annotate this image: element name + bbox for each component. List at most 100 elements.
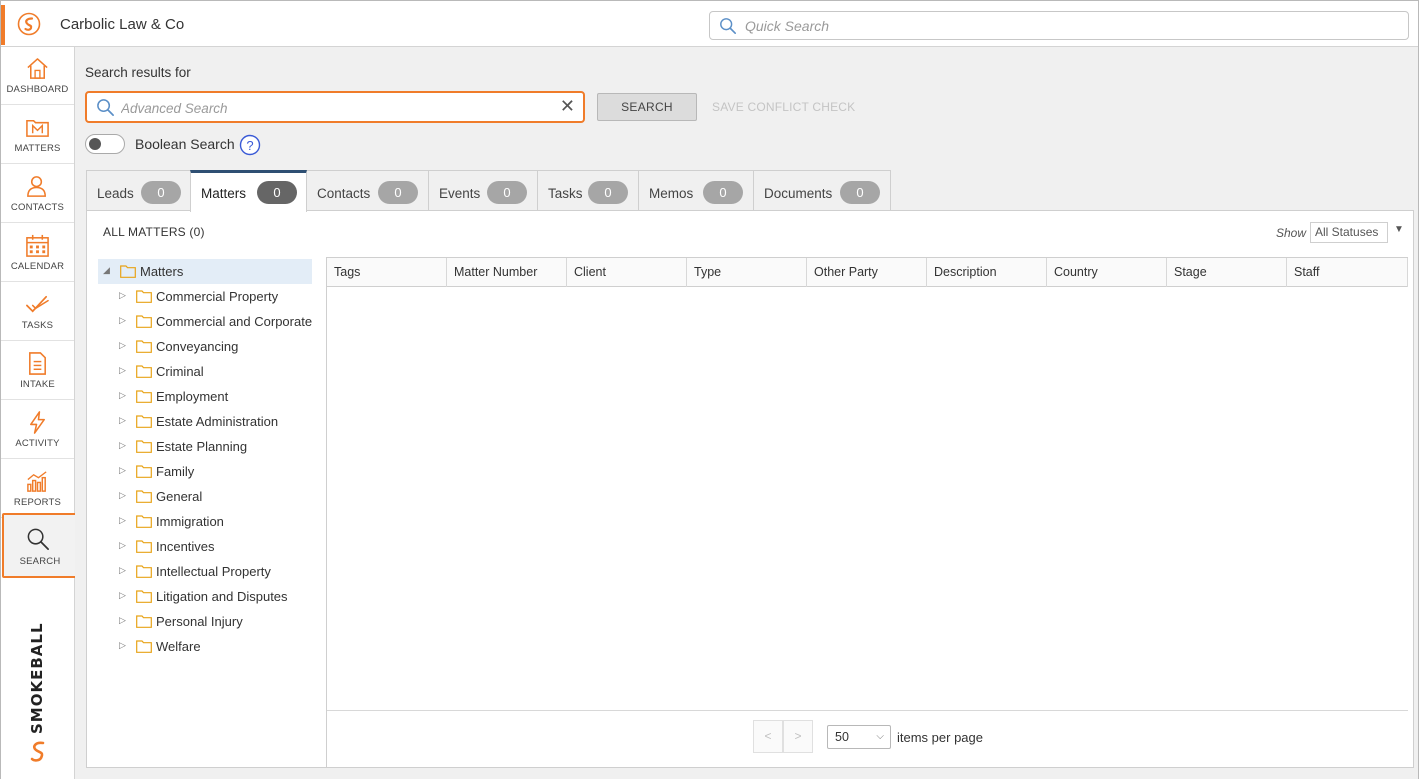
main-panel: Search results for ✕ SEARCH SAVE CONFLIC… xyxy=(75,47,1418,779)
nav-calendar[interactable]: CALENDAR xyxy=(1,224,74,282)
tab-contacts[interactable]: Contacts 0 xyxy=(306,170,429,211)
count-badge: 0 xyxy=(257,181,297,204)
tree-expand-icon[interactable]: ▷ xyxy=(119,615,126,626)
nav-contacts[interactable]: CONTACTS xyxy=(1,165,74,223)
nav-label: CALENDAR xyxy=(10,261,65,272)
advanced-search-input[interactable] xyxy=(121,99,551,117)
nav-matters[interactable]: MATTERS xyxy=(1,106,74,164)
tree-expand-icon[interactable]: ▷ xyxy=(119,540,126,551)
advanced-search-box[interactable]: ✕ xyxy=(85,91,585,123)
column-header-stage[interactable]: Stage xyxy=(1167,258,1287,287)
column-header-description[interactable]: Description xyxy=(927,258,1047,287)
tree-item[interactable]: ▷ Immigration xyxy=(98,509,312,534)
tree-expand-icon[interactable]: ▷ xyxy=(119,315,126,326)
tree-item[interactable]: ▷ Conveyancing xyxy=(98,334,312,359)
boolean-search-toggle[interactable] xyxy=(85,134,125,154)
tab-events[interactable]: Events 0 xyxy=(428,170,538,211)
clear-icon[interactable]: ✕ xyxy=(560,96,575,117)
tab-matters[interactable]: Matters 0 xyxy=(190,170,307,212)
tree-expand-icon[interactable]: ▷ xyxy=(119,390,126,401)
brand-wordmark: SMOKEBALL xyxy=(25,622,49,737)
tree-expand-icon[interactable]: ▷ xyxy=(119,290,126,301)
search-icon xyxy=(97,99,114,116)
chevron-down-icon[interactable]: ▼ xyxy=(1394,224,1404,235)
tab-memos[interactable]: Memos 0 xyxy=(638,170,754,211)
save-conflict-check-button[interactable]: SAVE CONFLICT CHECK xyxy=(712,100,855,114)
tree-expand-icon[interactable]: ▷ xyxy=(119,415,126,426)
tree-item[interactable]: ▷ Welfare xyxy=(98,634,312,659)
side-navigation: DASHBOARD MATTERS CONTACTS CALENDAR TASK… xyxy=(1,47,78,779)
tree-expand-icon[interactable]: ▷ xyxy=(119,340,126,351)
tree-label: Commercial and Corporate xyxy=(156,314,313,329)
nav-label: TASKS xyxy=(21,320,54,331)
firm-name: Carbolic Law & Co xyxy=(60,16,185,33)
previous-page-button[interactable]: < xyxy=(753,720,783,753)
count-badge: 0 xyxy=(378,181,418,204)
items-per-page-value: 50 xyxy=(835,730,849,744)
tree-item[interactable]: ▷ Litigation and Disputes xyxy=(98,584,312,609)
status-filter-select[interactable]: All Statuses xyxy=(1310,222,1388,243)
tree-item[interactable]: ▷ Intellectual Property xyxy=(98,559,312,584)
folder-icon xyxy=(136,415,152,428)
tab-tasks[interactable]: Tasks 0 xyxy=(537,170,639,211)
nav-label: SEARCH xyxy=(19,556,61,567)
tree-expand-icon[interactable]: ▷ xyxy=(119,590,126,601)
quick-search-input[interactable] xyxy=(745,16,1385,36)
quick-search-box[interactable] xyxy=(709,11,1409,40)
tree-expand-icon[interactable]: ▷ xyxy=(119,640,126,651)
nav-activity[interactable]: ACTIVITY xyxy=(1,401,74,459)
search-button[interactable]: SEARCH xyxy=(597,93,697,121)
tree-item[interactable]: ▷ Commercial Property xyxy=(98,284,312,309)
column-header-tags[interactable]: Tags xyxy=(327,258,447,287)
tree-expand-icon[interactable]: ▷ xyxy=(119,490,126,501)
tree-item[interactable]: ▷ Estate Administration xyxy=(98,409,312,434)
tab-label: Documents xyxy=(764,186,833,201)
contacts-icon xyxy=(27,176,46,197)
items-per-page-select[interactable]: 50 ⌵ xyxy=(827,725,891,749)
nav-label: REPORTS xyxy=(13,497,62,508)
folder-icon xyxy=(120,265,136,278)
tree-item[interactable]: ▷ Estate Planning xyxy=(98,434,312,459)
column-header-client[interactable]: Client xyxy=(567,258,687,287)
nav-search[interactable]: SEARCH xyxy=(2,513,78,578)
tree-collapse-icon[interactable]: ◢ xyxy=(103,265,110,276)
tree-expand-icon[interactable]: ▷ xyxy=(119,365,126,376)
tree-item[interactable]: ▷ Employment xyxy=(98,384,312,409)
smokeball-logo-icon[interactable] xyxy=(17,12,41,36)
tree-item[interactable]: ▷ Commercial and Corporate xyxy=(98,309,312,334)
column-header-staff[interactable]: Staff xyxy=(1287,258,1408,287)
tree-item[interactable]: ▷ Personal Injury xyxy=(98,609,312,634)
tree-expand-icon[interactable]: ▷ xyxy=(119,515,126,526)
folder-icon xyxy=(136,440,152,453)
column-header-type[interactable]: Type xyxy=(687,258,807,287)
column-header-other-party[interactable]: Other Party xyxy=(807,258,927,287)
column-header-matter-number[interactable]: Matter Number xyxy=(447,258,567,287)
tab-label: Events xyxy=(439,186,481,201)
tree-label: Estate Administration xyxy=(156,414,279,429)
show-label: Show xyxy=(1276,226,1307,240)
nav-intake[interactable]: INTAKE xyxy=(1,342,74,400)
tree-expand-icon[interactable]: ▷ xyxy=(119,465,126,476)
tree-expand-icon[interactable]: ▷ xyxy=(119,565,126,576)
tree-item[interactable]: ▷ Family xyxy=(98,459,312,484)
folder-icon xyxy=(136,590,152,603)
tree-item[interactable]: ▷ General xyxy=(98,484,312,509)
tab-label: Contacts xyxy=(317,186,371,201)
folder-icon xyxy=(136,490,152,503)
tab-documents[interactable]: Documents 0 xyxy=(753,170,891,211)
nav-dashboard[interactable]: DASHBOARD xyxy=(1,47,74,105)
boolean-search-label: Boolean Search xyxy=(135,136,235,152)
home-icon xyxy=(27,58,48,79)
tree-item[interactable]: ▷ Criminal xyxy=(98,359,312,384)
tree-root-matters[interactable]: ◢ Matters xyxy=(98,259,312,284)
tab-leads[interactable]: Leads 0 xyxy=(86,170,191,211)
tree-expand-icon[interactable]: ▷ xyxy=(119,440,126,451)
tasks-icon xyxy=(26,295,49,313)
help-icon[interactable]: ? xyxy=(239,134,261,156)
nav-label: MATTERS xyxy=(14,143,61,154)
next-page-button[interactable]: > xyxy=(783,720,813,753)
column-header-country[interactable]: Country xyxy=(1047,258,1167,287)
tree-item[interactable]: ▷ Incentives xyxy=(98,534,312,559)
nav-reports[interactable]: REPORTS xyxy=(1,460,74,518)
nav-tasks[interactable]: TASKS xyxy=(1,283,74,341)
